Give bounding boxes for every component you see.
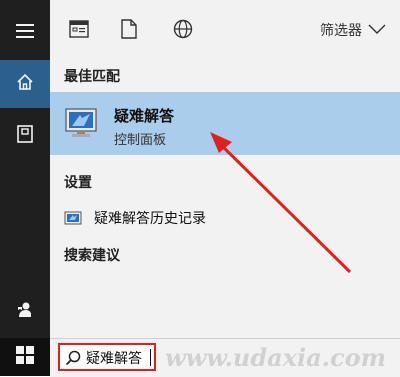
history-icon — [64, 209, 82, 227]
settings-item-label: 疑难解答历史记录 — [94, 211, 206, 227]
documents-filter-button[interactable] — [116, 18, 142, 44]
filter-label: 筛选器 — [320, 23, 362, 39]
apps-icon — [69, 20, 89, 42]
notebook-button[interactable] — [0, 114, 50, 158]
documents-icon — [121, 19, 137, 43]
best-match-subtitle: 控制面板 — [114, 133, 167, 148]
filter-toolbar: 筛选器 — [50, 0, 400, 60]
start-rail — [0, 0, 50, 376]
windows-logo-icon — [16, 346, 34, 368]
home-icon — [16, 73, 34, 95]
search-input-value: 疑难解答 — [86, 351, 142, 367]
start-button[interactable] — [0, 338, 50, 376]
section-best-match: 最佳匹配 — [64, 69, 120, 85]
best-match-title: 疑难解答 — [114, 107, 175, 125]
troubleshoot-icon — [64, 106, 100, 140]
section-search-suggestions: 搜索建议 — [64, 248, 120, 264]
chevron-down-icon — [368, 22, 386, 38]
search-results-panel: 筛选器 最佳匹配 疑难解答 控制面板 设置 疑难解答历史记录 搜索建议 — [50, 0, 400, 376]
text-caret — [150, 349, 151, 366]
filter-dropdown[interactable]: 筛选器 — [320, 20, 386, 40]
watermark: www.udaxia.com — [165, 343, 387, 372]
feedback-button[interactable] — [0, 290, 50, 334]
apps-filter-button[interactable] — [66, 18, 92, 44]
hamburger-button[interactable] — [0, 10, 50, 54]
feedback-icon — [16, 301, 34, 323]
best-match-item[interactable]: 疑难解答 控制面板 — [50, 92, 400, 155]
section-settings: 设置 — [64, 175, 92, 191]
notebook-icon — [17, 125, 33, 147]
web-filter-button[interactable] — [170, 18, 196, 44]
search-input[interactable]: 疑难解答 — [58, 343, 156, 371]
search-icon — [65, 350, 81, 366]
hamburger-icon — [16, 23, 34, 42]
home-button[interactable] — [0, 60, 50, 108]
settings-item[interactable]: 疑难解答历史记录 — [50, 205, 400, 231]
web-icon — [173, 19, 193, 43]
